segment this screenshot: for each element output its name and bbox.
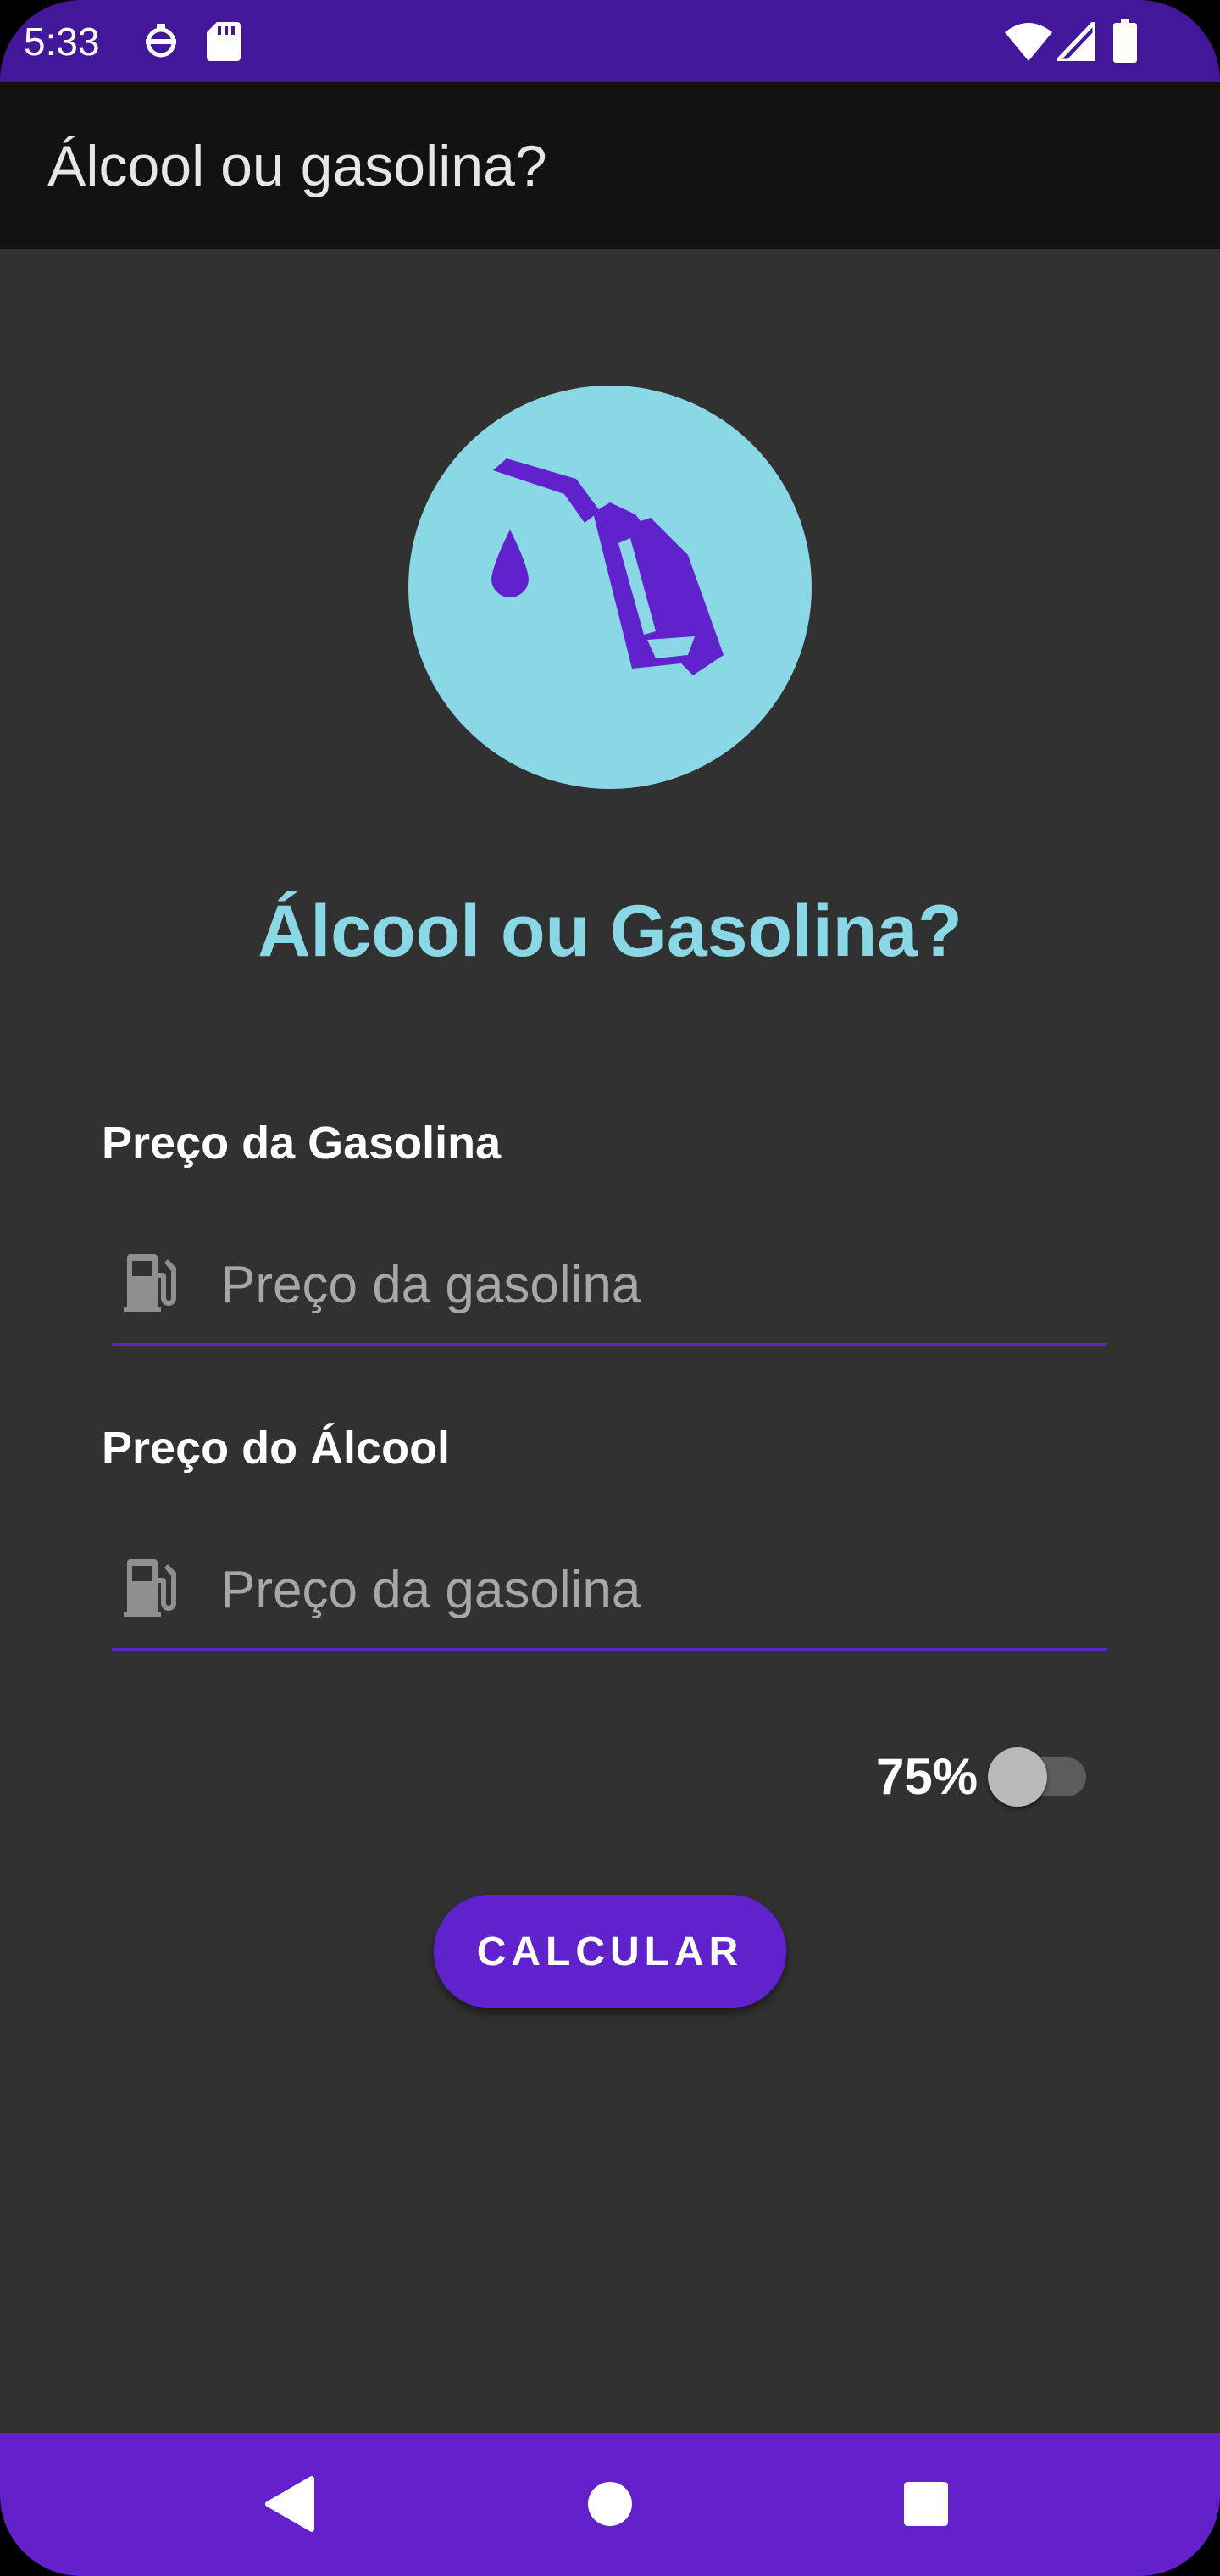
wifi-icon bbox=[1005, 22, 1052, 65]
app-title: Álcool ou gasolina? bbox=[47, 134, 547, 198]
recents-button[interactable] bbox=[858, 2433, 994, 2576]
ratio-switch[interactable] bbox=[988, 1746, 1088, 1807]
app-bar: Álcool ou gasolina? bbox=[0, 82, 1220, 249]
navigation-bar bbox=[0, 2433, 1220, 2576]
gasoline-price-field[interactable] bbox=[112, 1230, 1107, 1346]
recents-icon bbox=[904, 2482, 948, 2526]
status-time: 5:33 bbox=[24, 19, 100, 64]
battery-icon bbox=[1113, 19, 1137, 67]
face-detect-icon bbox=[142, 22, 180, 67]
phone-screen: 5:33 Álcool ou gasolina? Álcool ou Gasol… bbox=[0, 0, 1220, 2576]
gas-pump-icon bbox=[124, 1254, 176, 1316]
gasoline-price-input[interactable] bbox=[220, 1246, 1068, 1324]
signal-icon bbox=[1055, 19, 1097, 65]
calculate-button[interactable]: CALCULAR bbox=[434, 1895, 786, 2008]
gasoline-price-label: Preço da Gasolina bbox=[102, 1118, 502, 1169]
page-heading: Álcool ou Gasolina? bbox=[258, 891, 962, 972]
ratio-label: 75% bbox=[876, 1748, 979, 1805]
alcohol-price-input[interactable] bbox=[220, 1551, 1068, 1629]
sd-card-icon bbox=[207, 22, 241, 65]
alcohol-price-label: Preço do Álcool bbox=[102, 1423, 451, 1474]
back-icon bbox=[265, 2476, 314, 2532]
fuel-nozzle-icon bbox=[491, 458, 724, 675]
back-button[interactable] bbox=[224, 2433, 359, 2576]
gas-pump-icon bbox=[124, 1559, 176, 1621]
home-button[interactable] bbox=[542, 2433, 678, 2576]
logo-circle bbox=[408, 386, 812, 789]
switch-thumb[interactable] bbox=[988, 1747, 1047, 1807]
alcohol-price-field[interactable] bbox=[112, 1535, 1107, 1651]
home-icon bbox=[588, 2482, 632, 2526]
status-bar: 5:33 bbox=[0, 0, 1220, 82]
